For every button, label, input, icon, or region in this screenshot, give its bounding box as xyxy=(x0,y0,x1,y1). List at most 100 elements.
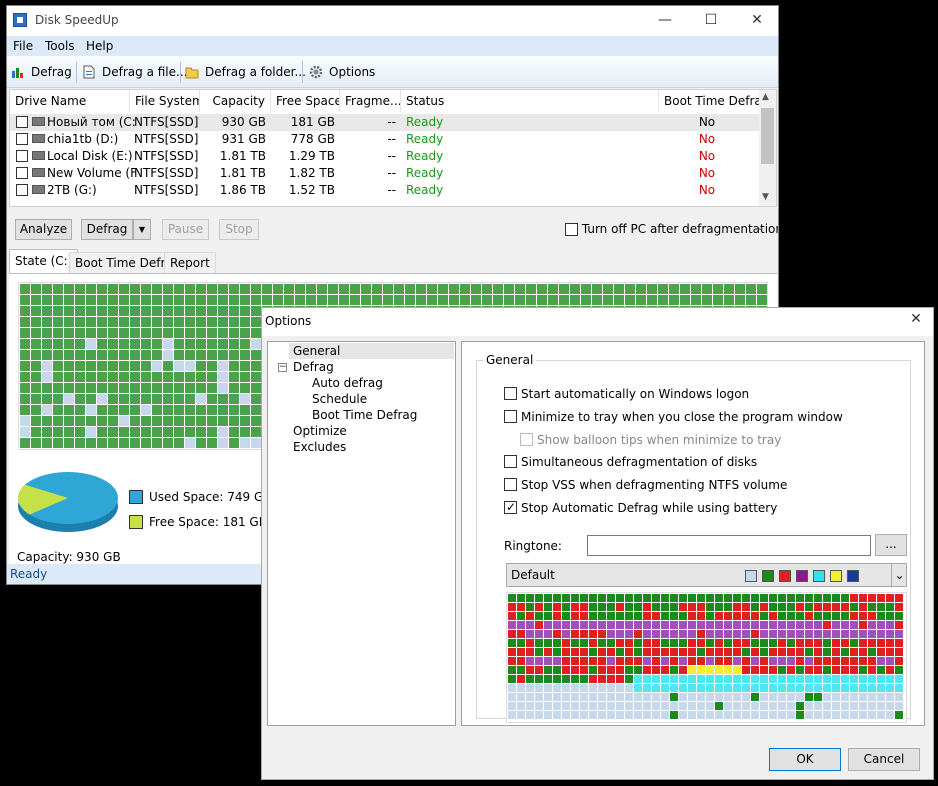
preview-block xyxy=(733,621,741,629)
drive-checkbox[interactable] xyxy=(16,116,28,128)
tree-item-auto-defrag[interactable]: Auto defrag xyxy=(312,375,383,391)
ok-button[interactable]: OK xyxy=(769,748,841,771)
turn-off-checkbox[interactable] xyxy=(565,223,578,236)
options-button[interactable]: Options xyxy=(309,63,375,81)
tree-item-optimize[interactable]: Optimize xyxy=(293,423,347,439)
drive-row[interactable]: chia1tb (D:) NTFS[SSD] 931 GB 778 GB -- Ready… xyxy=(10,131,760,148)
drive-checkbox[interactable] xyxy=(16,150,28,162)
drive-row[interactable]: Local Disk (E:) NTFS[SSD] 1.81 TB 1.29 TB --… xyxy=(10,148,760,165)
column-boot-time-defrag[interactable]: Boot Time Defrag xyxy=(659,90,760,112)
minimize-icon[interactable]: — xyxy=(642,6,688,36)
cluster-block xyxy=(119,361,129,371)
maximize-icon[interactable]: ☐ xyxy=(688,6,734,36)
column-fragmentation[interactable]: Fragme... xyxy=(340,90,401,112)
preview-block xyxy=(832,639,840,647)
cluster-block xyxy=(75,427,85,437)
drive-checkbox[interactable] xyxy=(16,184,28,196)
tab-state[interactable]: State (C:) xyxy=(9,249,79,274)
drive-row[interactable]: New Volume (F:) NTFS[SSD] 1.81 TB 1.82 TB --… xyxy=(10,165,760,182)
collapse-icon[interactable]: − xyxy=(278,363,287,372)
minimize-to-tray-checkbox[interactable] xyxy=(504,410,517,423)
cluster-block xyxy=(240,383,250,393)
drive-checkbox[interactable] xyxy=(16,167,28,179)
cluster-block xyxy=(119,284,129,294)
menu-help[interactable]: Help xyxy=(86,39,113,53)
tree-item-defrag[interactable]: Defrag xyxy=(293,359,334,375)
analyze-button[interactable]: Analyze xyxy=(15,219,72,240)
option-stop-on-battery[interactable]: Stop Automatic Defrag while using batter… xyxy=(504,499,777,516)
column-capacity[interactable]: Capacity xyxy=(200,90,271,112)
tree-item-general[interactable]: General xyxy=(293,343,340,359)
drive-list[interactable]: Drive Name File System Capacity Free Spa… xyxy=(9,89,777,207)
chevron-down-icon[interactable]: ⌄ xyxy=(891,564,907,586)
preview-block xyxy=(661,693,669,701)
cluster-block xyxy=(141,295,151,305)
tree-item-boot-time-defrag[interactable]: Boot Time Defrag xyxy=(312,407,417,423)
option-balloon-tips[interactable]: Show balloon tips when minimize to tray xyxy=(520,432,781,448)
close-icon[interactable]: ✕ xyxy=(734,6,778,36)
option-minimize-to-tray[interactable]: Minimize to tray when you close the prog… xyxy=(504,409,843,425)
preview-block xyxy=(535,693,543,701)
preview-block xyxy=(616,657,624,665)
menu-file[interactable]: File xyxy=(13,39,33,53)
toolbar-defrag-button[interactable]: Defrag xyxy=(11,63,72,81)
column-drive-name[interactable]: Drive Name xyxy=(10,90,130,112)
preview-block xyxy=(553,711,561,719)
tree-item-schedule[interactable]: Schedule xyxy=(312,391,367,407)
color-scheme-select[interactable]: Default ⌄ xyxy=(506,563,907,587)
preview-block xyxy=(652,648,660,656)
cluster-block xyxy=(141,361,151,371)
expand-chevron-icon[interactable]: ⌄ xyxy=(756,222,764,233)
pause-button[interactable]: Pause xyxy=(162,219,209,240)
browse-button[interactable]: ... xyxy=(875,534,907,556)
column-free-space[interactable]: Free Space xyxy=(271,90,340,112)
defrag-button[interactable]: Defrag xyxy=(81,219,133,240)
group-title: General xyxy=(483,353,537,367)
cluster-block xyxy=(185,339,195,349)
column-status[interactable]: Status xyxy=(401,90,659,112)
balloon-tips-checkbox[interactable] xyxy=(520,433,533,446)
cluster-block xyxy=(746,284,756,294)
cancel-button[interactable]: Cancel xyxy=(848,748,920,771)
preview-block xyxy=(706,621,714,629)
preview-block xyxy=(796,693,804,701)
defrag-dropdown-icon[interactable]: ▼ xyxy=(133,219,151,240)
options-close-icon[interactable]: ✕ xyxy=(902,311,930,333)
scroll-up-icon[interactable]: ▲ xyxy=(762,92,769,102)
option-stop-vss[interactable]: Stop VSS when defragmenting NTFS volume xyxy=(504,477,787,493)
scroll-thumb[interactable] xyxy=(761,108,774,164)
cluster-block xyxy=(570,295,580,305)
disk-usage-pie xyxy=(18,472,118,532)
tree-item-excludes[interactable]: Excludes xyxy=(293,439,346,455)
cluster-block xyxy=(31,383,41,393)
drive-row[interactable]: 2TB (G:) NTFS[SSD] 1.86 TB 1.52 TB -- Ready No xyxy=(10,182,760,199)
column-file-system[interactable]: File System xyxy=(130,90,200,112)
turn-off-option[interactable]: Turn off PC after defragmentation xyxy=(565,222,778,236)
cluster-block xyxy=(75,372,85,382)
cluster-block xyxy=(152,295,162,305)
preview-block xyxy=(643,594,651,602)
tab-report[interactable]: Report xyxy=(164,252,216,273)
defrag-folder-button[interactable]: Defrag a folder... xyxy=(185,63,306,81)
ringtone-input[interactable] xyxy=(587,535,871,556)
preview-block xyxy=(535,630,543,638)
option-start-on-logon[interactable]: Start automatically on Windows logon xyxy=(504,386,749,402)
stop-button[interactable]: Stop xyxy=(219,219,259,240)
scroll-down-icon[interactable]: ▼ xyxy=(762,192,769,202)
list-scrollbar[interactable]: ▲ ▼ xyxy=(759,90,776,206)
preview-block xyxy=(805,666,813,674)
cluster-block xyxy=(86,416,96,426)
option-simultaneous-defrag[interactable]: Simultaneous defragmentation of disks xyxy=(504,454,757,470)
drive-name-cell: 2TB (G:) xyxy=(47,183,97,197)
drive-row[interactable]: Новый том (C:) NTFS[SSD] 930 GB 181 GB -- Rea… xyxy=(10,114,760,131)
preview-block xyxy=(787,639,795,647)
stop-vss-checkbox[interactable] xyxy=(504,478,517,491)
preview-block xyxy=(544,594,552,602)
simultaneous-defrag-checkbox[interactable] xyxy=(504,455,517,468)
defrag-file-button[interactable]: Defrag a file... xyxy=(82,63,187,81)
preview-block xyxy=(643,630,651,638)
menu-tools[interactable]: Tools xyxy=(45,39,75,53)
drive-checkbox[interactable] xyxy=(16,133,28,145)
start-on-logon-checkbox[interactable] xyxy=(504,387,517,400)
stop-on-battery-checkbox[interactable] xyxy=(504,499,517,515)
